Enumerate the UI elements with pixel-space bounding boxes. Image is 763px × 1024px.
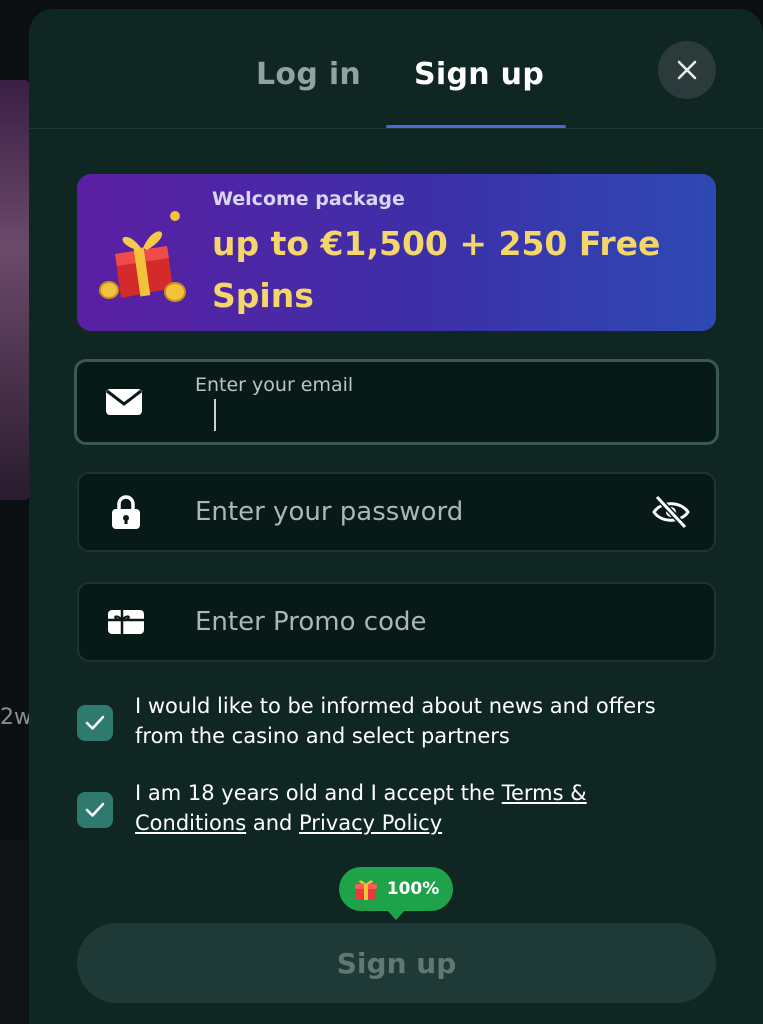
promo-code-field[interactable] (77, 582, 716, 662)
email-field-label: Enter your email (195, 374, 354, 396)
banner-subtitle: Welcome package (212, 188, 405, 210)
background-game-thumbnail (0, 80, 30, 500)
auth-tabs: Log in Sign up (29, 9, 763, 129)
tab-login[interactable]: Log in (256, 57, 361, 92)
bonus-progress-badge: 100% (339, 867, 453, 920)
tab-signup[interactable]: Sign up (414, 57, 544, 92)
background-partial-text: 2w (0, 705, 32, 730)
password-field[interactable] (77, 472, 716, 552)
close-button[interactable] (658, 41, 716, 99)
age-consent-text-middle: and (246, 811, 300, 835)
active-tab-indicator (386, 125, 566, 128)
envelope-icon (105, 386, 143, 418)
welcome-banner[interactable]: Welcome package up to €1,500 + 250 Free … (77, 174, 716, 331)
lock-icon (107, 495, 145, 529)
signup-submit-button[interactable]: Sign up (77, 923, 716, 1003)
age-consent-text: I am 18 years old and I accept the Terms… (135, 778, 675, 838)
banner-title: up to €1,500 + 250 Free Spins (212, 224, 661, 315)
bonus-progress-value: 100% (386, 879, 440, 899)
close-icon (677, 60, 697, 80)
age-consent-checkbox[interactable] (77, 792, 113, 828)
privacy-link[interactable]: Privacy Policy (299, 811, 442, 835)
text-cursor (214, 399, 216, 431)
background-strip (0, 840, 30, 1024)
checkmark-icon (85, 715, 105, 730)
gift-icon (354, 880, 377, 900)
promo-code-input[interactable] (195, 584, 635, 660)
age-consent-text-before: I am 18 years old and I accept the (135, 781, 502, 805)
auth-modal: Log in Sign up Welcome package up to €1,… (29, 9, 763, 1024)
eye-off-icon[interactable] (650, 491, 692, 533)
gift-icon (97, 206, 197, 306)
password-input[interactable] (195, 474, 635, 550)
news-consent-checkbox[interactable] (77, 705, 113, 741)
email-field[interactable]: Enter your email (74, 359, 719, 445)
checkmark-icon (85, 802, 105, 817)
voucher-icon (107, 606, 145, 638)
news-consent-text: I would like to be informed about news a… (135, 694, 656, 748)
